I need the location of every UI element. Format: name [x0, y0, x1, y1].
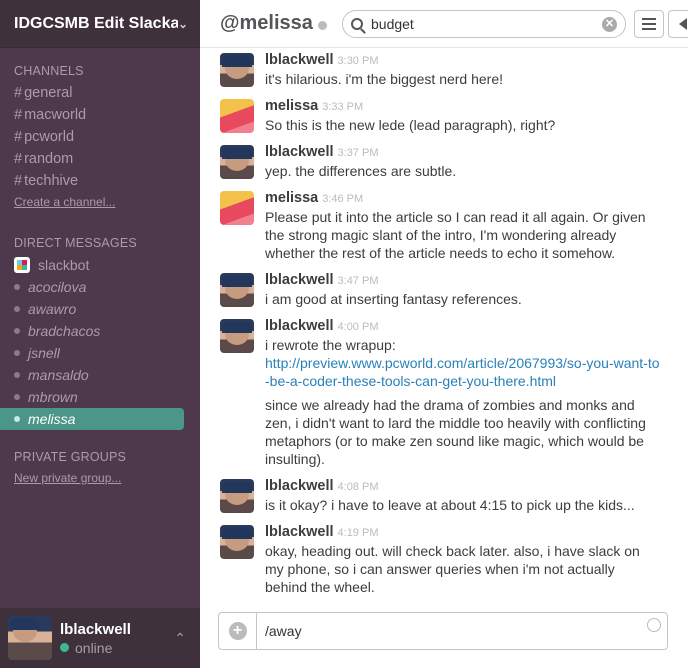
message: lblackwell 3:30 PM it's hilarious. i'm the…: [220, 50, 660, 88]
message-text: it's hilarious. i'm the biggest nerd her…: [265, 71, 504, 87]
dm-mansaldo[interactable]: mansaldo: [0, 364, 200, 386]
dm-slackbot[interactable]: slackbot: [0, 254, 200, 276]
timestamp[interactable]: 4:08 PM: [338, 481, 379, 493]
timestamp[interactable]: 3:30 PM: [338, 55, 379, 67]
flag-icon: [679, 18, 687, 30]
channels-heading[interactable]: CHANNELS: [0, 64, 200, 78]
message: lblackwell 3:37 PM yep. the differences ar…: [220, 142, 660, 180]
team-name: IDGCSMB Edit Slackad...: [14, 14, 178, 32]
sender-name[interactable]: lblackwell: [265, 144, 334, 160]
message: lblackwell 3:47 PM i am good at inserting …: [220, 270, 660, 308]
user-name: lblackwell: [60, 620, 131, 638]
search-box[interactable]: budget ✕: [342, 10, 626, 38]
channel-list: # general # macworld # pcworld # random # tec…: [0, 82, 200, 192]
timestamp[interactable]: 4:19 PM: [338, 527, 379, 539]
list-icon: [642, 18, 656, 30]
message-list: lblackwell 3:30 PM it's hilarious. i'm the…: [200, 48, 688, 608]
search-input[interactable]: budget: [371, 16, 602, 32]
message-text: So this is the new lede (lead paragraph)…: [265, 117, 556, 133]
avatar[interactable]: [220, 479, 254, 513]
message-text: i rewrote the wrapup:: [265, 337, 396, 353]
timestamp[interactable]: 3:33 PM: [322, 101, 363, 113]
message: lblackwell 4:08 PM is it okay? i have to l…: [220, 476, 660, 514]
message: lblackwell 4:00 PM i rewrote the wrapup: ht…: [220, 316, 660, 468]
avatar[interactable]: [220, 273, 254, 307]
channel-techhive[interactable]: # techhive: [0, 170, 200, 192]
sender-name[interactable]: melissa: [265, 98, 318, 114]
message-text: since we already had the drama of zombie…: [265, 397, 646, 467]
dm-acocilova[interactable]: acocilova: [0, 276, 200, 298]
direct-messages-heading[interactable]: DIRECT MESSAGES: [0, 236, 200, 250]
slackbot-icon: [14, 257, 30, 273]
timestamp[interactable]: 4:00 PM: [338, 321, 379, 333]
timestamp[interactable]: 3:46 PM: [322, 193, 363, 205]
chevron-down-icon: ⌄: [177, 16, 188, 31]
create-channel-link[interactable]: Create a channel...: [0, 192, 200, 212]
team-menu[interactable]: IDGCSMB Edit Slackad... ⌄: [0, 0, 200, 48]
dm-bradchacos[interactable]: bradchacos: [0, 320, 200, 342]
plus-icon: +: [228, 622, 247, 640]
message-composer: + /away: [218, 612, 668, 650]
flag-button[interactable]: [668, 10, 688, 38]
emoji-icon[interactable]: [647, 618, 661, 632]
dm-jsnell[interactable]: jsnell: [0, 342, 200, 364]
sender-name[interactable]: lblackwell: [265, 318, 334, 334]
message-text: is it okay? i have to leave at about 4:1…: [265, 497, 635, 513]
channel-general[interactable]: # general: [0, 82, 200, 104]
private-groups-heading[interactable]: PRIVATE GROUPS: [0, 450, 200, 464]
online-dot-icon: [60, 643, 69, 652]
message: melissa 3:46 PM Please put it into the art…: [220, 188, 660, 262]
user-info: lblackwell online: [60, 621, 168, 656]
presence-dot: [14, 350, 20, 356]
dm-awawro[interactable]: awawro: [0, 298, 200, 320]
avatar[interactable]: [220, 99, 254, 133]
dm-list: slackbot acocilova awawro bradchacos jsn…: [0, 254, 200, 430]
message: lblackwell 4:19 PM okay, heading out. will…: [220, 522, 660, 596]
avatar[interactable]: [220, 191, 254, 225]
message-text: okay, heading out. will check back later…: [265, 543, 640, 595]
search-icon: [351, 18, 363, 30]
presence-dot: [14, 372, 20, 378]
sender-name[interactable]: lblackwell: [265, 272, 334, 288]
sidebar: IDGCSMB Edit Slackad... ⌄ CHANNELS #gene…: [0, 0, 200, 668]
page-title[interactable]: @melissa: [220, 12, 313, 35]
channel-pcworld[interactable]: # pcworld: [0, 126, 200, 148]
avatar: [8, 616, 52, 660]
clear-icon[interactable]: ✕: [602, 16, 617, 32]
avatar[interactable]: [220, 53, 254, 87]
timestamp[interactable]: 3:47 PM: [338, 275, 379, 287]
avatar[interactable]: [220, 319, 254, 353]
dm-mbrown[interactable]: mbrown: [0, 386, 200, 408]
avatar[interactable]: [220, 525, 254, 559]
user-menu[interactable]: lblackwell online ⌃: [0, 608, 200, 668]
message-text: i am good at inserting fantasy reference…: [265, 291, 522, 307]
main-panel: @melissa budget ✕ lblackwell 3:30 PM it's …: [200, 0, 688, 668]
sender-name[interactable]: lblackwell: [265, 52, 334, 68]
new-private-group-link[interactable]: New private group...: [0, 468, 200, 488]
presence-dot: [14, 306, 20, 312]
presence-icon: [317, 20, 327, 30]
timestamp[interactable]: 3:37 PM: [338, 147, 379, 159]
sender-name[interactable]: lblackwell: [265, 478, 334, 494]
list-button[interactable]: [634, 10, 664, 38]
message-input[interactable]: /away: [257, 623, 647, 639]
chevron-up-icon[interactable]: ⌃: [168, 630, 192, 647]
channel-macworld[interactable]: # macworld: [0, 104, 200, 126]
message-text: Please put it into the article so I can …: [265, 209, 646, 261]
attach-button[interactable]: +: [219, 613, 257, 649]
user-status: online: [60, 640, 168, 656]
presence-dot: [14, 284, 20, 290]
presence-dot: [14, 394, 20, 400]
sender-name[interactable]: lblackwell: [265, 524, 334, 540]
message-text: yep. the differences are subtle.: [265, 163, 457, 179]
presence-dot: [14, 416, 20, 422]
channel-header: @melissa budget ✕: [200, 0, 688, 48]
channel-random[interactable]: # random: [0, 148, 200, 170]
dm-melissa[interactable]: melissa: [0, 408, 184, 430]
message: melissa 3:33 PM So this is the new lede (l…: [220, 96, 660, 134]
sender-name[interactable]: melissa: [265, 190, 318, 206]
avatar[interactable]: [220, 145, 254, 179]
article-link[interactable]: http://preview.www.pcworld.com/article/2…: [265, 354, 660, 390]
presence-dot: [14, 328, 20, 334]
